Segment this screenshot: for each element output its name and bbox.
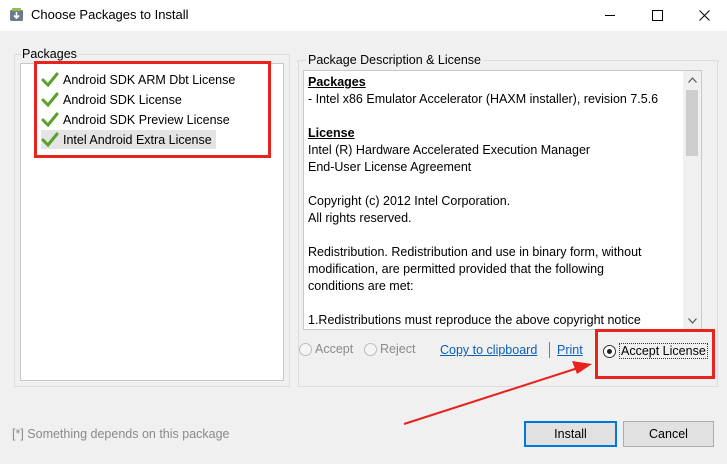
cancel-button[interactable]: Cancel (623, 421, 714, 447)
description-legend: Package Description & License (306, 53, 484, 67)
annotation-box-accept-license (595, 329, 715, 379)
maximize-button[interactable] (634, 0, 680, 31)
scroll-down-button[interactable] (683, 312, 701, 329)
scroll-thumb[interactable] (686, 90, 698, 156)
radio-circle (364, 342, 377, 356)
license-text-area[interactable]: Packages - Intel x86 Emulator Accelerato… (303, 70, 702, 330)
chevron-up-icon (687, 76, 697, 83)
accept-label: Accept (315, 342, 354, 356)
minimize-icon (604, 15, 615, 16)
maximize-icon (651, 10, 663, 21)
close-icon (698, 10, 710, 21)
license-text-line: Intel (R) Hardware Accelerated Execution… (308, 143, 591, 157)
license-text-line: modification, are permitted provided tha… (308, 262, 604, 276)
license-text-line: End-User License Agreement (308, 160, 472, 174)
packages-heading: Packages (308, 75, 366, 89)
install-button-label: Install (554, 427, 587, 441)
license-text-line: Redistribution. Redistribution and use i… (308, 245, 642, 259)
license-text-line: All rights reserved. (308, 211, 412, 225)
annotation-box-packages (34, 61, 271, 158)
minimize-button[interactable] (587, 0, 633, 31)
install-button[interactable]: Install (524, 421, 617, 447)
license-heading: License (308, 126, 355, 140)
packages-legend: Packages (21, 47, 78, 61)
android-sdk-download-icon (10, 8, 23, 21)
license-text-line: Copyright (c) 2012 Intel Corporation. (308, 194, 511, 208)
window-title: Choose Packages to Install (31, 7, 189, 22)
radio-circle (299, 342, 312, 356)
license-text-line: conditions are met: (308, 279, 414, 293)
accept-radio[interactable]: Accept (299, 342, 353, 356)
reject-label: Reject (380, 342, 416, 356)
license-text-line: 1.Redistributions must reproduce the abo… (308, 313, 641, 327)
print-link[interactable]: Print (557, 343, 583, 357)
copy-to-clipboard-link[interactable]: Copy to clipboard (440, 343, 537, 357)
scroll-up-button[interactable] (683, 71, 701, 88)
cancel-button-label: Cancel (649, 427, 688, 441)
license-text-line: - Intel x86 Emulator Accelerator (HAXM i… (308, 92, 659, 106)
vertical-scrollbar[interactable] (683, 71, 701, 329)
reject-radio[interactable]: Reject (364, 342, 415, 356)
link-separator (549, 342, 550, 358)
close-button[interactable] (681, 0, 727, 31)
chevron-down-icon (687, 317, 697, 324)
title-bar: Choose Packages to Install (0, 0, 727, 31)
dependency-note: [*] Something depends on this package (12, 427, 230, 441)
